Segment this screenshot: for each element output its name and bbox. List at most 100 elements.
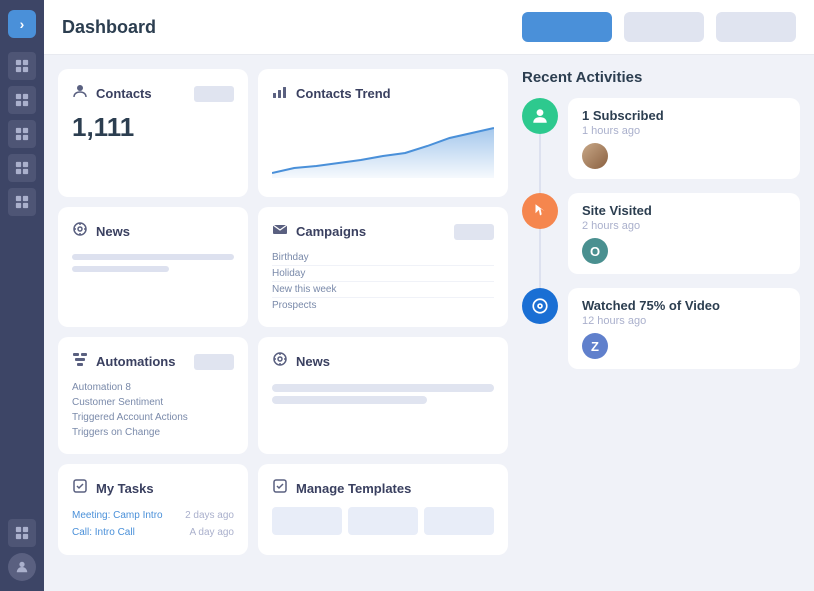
auto-item-2[interactable]: Customer Sentiment <box>72 395 234 410</box>
activity-item-subscribed: 1 Subscribed 1 hours ago <box>522 98 800 179</box>
task-name-1[interactable]: Meeting: Camp Intro <box>72 510 163 521</box>
sidebar-item-5[interactable] <box>8 188 36 216</box>
sidebar-bottom <box>8 519 36 581</box>
header-btn-secondary[interactable] <box>624 12 704 42</box>
trend-card-header: Contacts Trend <box>272 83 494 104</box>
news-right-icon <box>272 351 288 372</box>
trend-chart-svg <box>272 118 494 178</box>
user-avatar[interactable] <box>8 553 36 581</box>
campaign-item-1[interactable]: Birthday <box>272 250 494 266</box>
campaigns-badge <box>454 224 494 240</box>
campaign-item-3[interactable]: New this week <box>272 282 494 298</box>
auto-item-3[interactable]: Triggered Account Actions <box>72 410 234 425</box>
automations-icon <box>72 351 88 372</box>
site-visited-avatar: O <box>582 238 608 264</box>
subscribed-avatar <box>582 143 608 169</box>
sidebar-item-2[interactable] <box>8 86 36 114</box>
auto-item-1[interactable]: Automation 8 <box>72 380 234 395</box>
campaign-item-4[interactable]: Prospects <box>272 298 494 313</box>
contacts-badge <box>194 86 234 102</box>
campaign-item-2[interactable]: Holiday <box>272 266 494 282</box>
site-visited-time: 2 hours ago <box>582 220 786 232</box>
automations-header: Automations <box>72 351 234 372</box>
video-time: 12 hours ago <box>582 315 786 327</box>
activity-item-video: Watched 75% of Video 12 hours ago Z <box>522 288 800 369</box>
task-name-2[interactable]: Call: Intro Call <box>72 527 135 538</box>
contacts-title-row: Contacts <box>72 83 152 104</box>
templates-title-row: Manage Templates <box>272 478 494 499</box>
subscribed-title: 1 Subscribed <box>582 108 786 123</box>
tasks-title-row: My Tasks <box>72 478 234 499</box>
header: Dashboard <box>44 0 814 55</box>
content-area: Contacts 1,111 Contacts Trend <box>44 55 814 591</box>
recent-activities-panel: Recent Activities 1 Subscribed 1 hours a… <box>522 69 800 577</box>
campaigns-title-row: Campaigns <box>272 221 366 242</box>
avatar-letter-o: O <box>590 244 600 259</box>
sidebar-item-3[interactable] <box>8 120 36 148</box>
row-2: News Campaigns <box>58 207 508 327</box>
news-left-card: News <box>58 207 248 327</box>
news-right-title-row: News <box>272 351 494 372</box>
sidebar-item-1[interactable] <box>8 52 36 80</box>
subscribed-card: 1 Subscribed 1 hours ago <box>568 98 800 179</box>
news-right-card: News <box>258 337 508 454</box>
campaigns-card: Campaigns Birthday Holiday New this week… <box>258 207 508 327</box>
sidebar: › <box>0 0 44 591</box>
row-1: Contacts 1,111 Contacts Trend <box>58 69 508 197</box>
task-item-1: Meeting: Camp Intro 2 days ago <box>72 507 234 524</box>
sidebar-item-bottom-1[interactable] <box>8 519 36 547</box>
contacts-card: Contacts 1,111 <box>58 69 248 197</box>
news-right-label: News <box>296 354 330 369</box>
tasks-icon <box>72 478 88 499</box>
header-btn-tertiary[interactable] <box>716 12 796 42</box>
trend-icon <box>272 83 288 104</box>
template-row <box>272 507 494 535</box>
template-placeholder-1 <box>272 507 342 535</box>
activity-item-site-visited: Site Visited 2 hours ago O <box>522 193 800 274</box>
video-title: Watched 75% of Video <box>582 298 786 313</box>
contacts-icon <box>72 83 88 104</box>
campaigns-header: Campaigns <box>272 221 494 242</box>
contacts-card-header: Contacts <box>72 83 234 104</box>
dashboard-grid: Contacts 1,111 Contacts Trend <box>58 69 508 577</box>
auto-item-4[interactable]: Triggers on Change <box>72 425 234 440</box>
news-left-icon <box>72 221 88 242</box>
task-item-2: Call: Intro Call A day ago <box>72 524 234 541</box>
contacts-trend-card: Contacts Trend <box>258 69 508 197</box>
row-4: My Tasks Meeting: Camp Intro 2 days ago … <box>58 464 508 555</box>
recent-title: Recent Activities <box>522 69 800 86</box>
sidebar-item-4[interactable] <box>8 154 36 182</box>
subscribed-time: 1 hours ago <box>582 125 786 137</box>
main-area: Dashboard Contacts <box>44 0 814 591</box>
task-list: Meeting: Camp Intro 2 days ago Call: Int… <box>72 507 234 541</box>
news-right-bar-1 <box>272 384 494 392</box>
campaigns-icon <box>272 221 288 242</box>
my-tasks-card: My Tasks Meeting: Camp Intro 2 days ago … <box>58 464 248 555</box>
news-line-1 <box>72 254 234 260</box>
avatar-letter-z: Z <box>591 339 599 354</box>
logo-chevron: › <box>20 16 25 32</box>
task-date-2: A day ago <box>190 527 234 538</box>
automations-title-row: Automations <box>72 351 175 372</box>
site-visited-card: Site Visited 2 hours ago O <box>568 193 800 274</box>
page-title: Dashboard <box>62 17 510 38</box>
sidebar-logo[interactable]: › <box>8 10 36 38</box>
site-visited-icon <box>522 193 558 229</box>
contacts-count: 1,111 <box>72 112 234 143</box>
news-right-bar-2 <box>272 396 427 404</box>
task-date-1: 2 days ago <box>185 510 234 521</box>
automations-card: Automations Automation 8 Customer Sentim… <box>58 337 248 454</box>
news-line-2 <box>72 266 169 272</box>
campaigns-label: Campaigns <box>296 224 366 239</box>
row-3: Automations Automation 8 Customer Sentim… <box>58 337 508 454</box>
trend-label: Contacts Trend <box>296 86 391 101</box>
subscribed-icon <box>522 98 558 134</box>
activity-list: 1 Subscribed 1 hours ago Site Visited 2 … <box>522 98 800 383</box>
video-icon <box>522 288 558 324</box>
automations-badge <box>194 354 234 370</box>
news-left-title-row: News <box>72 221 234 242</box>
video-card: Watched 75% of Video 12 hours ago Z <box>568 288 800 369</box>
manage-templates-card: Manage Templates <box>258 464 508 555</box>
header-btn-primary[interactable] <box>522 12 612 42</box>
contacts-label: Contacts <box>96 86 152 101</box>
